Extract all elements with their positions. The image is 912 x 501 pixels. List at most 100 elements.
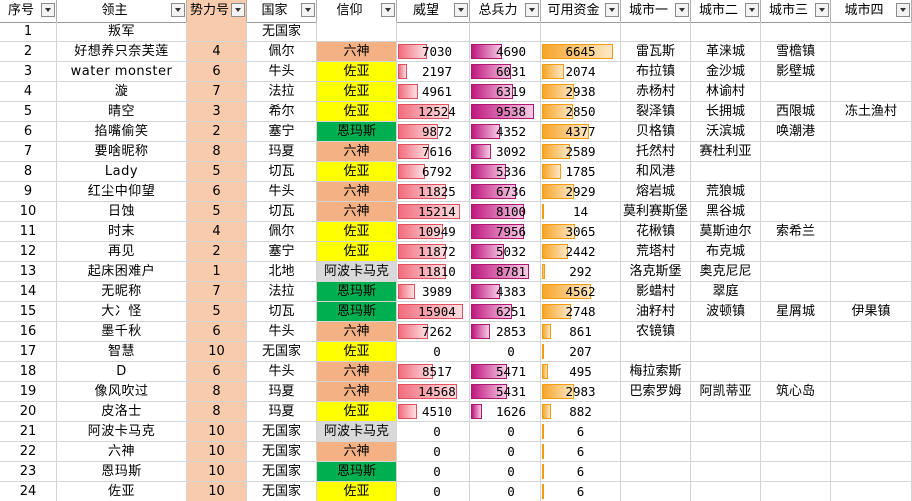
column-header-prestige[interactable]: 威望 [397, 0, 470, 22]
cell-troops[interactable]: 0 [470, 342, 541, 362]
cell-prestige[interactable]: 4961 [397, 82, 470, 102]
cell-prestige[interactable]: 0 [397, 482, 470, 501]
cell-power[interactable]: 5 [187, 162, 247, 182]
cell-city1[interactable] [621, 342, 691, 362]
cell-city4[interactable] [831, 222, 912, 242]
cell-city2[interactable]: 奥克尼尼 [691, 262, 761, 282]
cell-id[interactable]: 1 [0, 22, 57, 42]
column-header-troops[interactable]: 总兵力 [470, 0, 541, 22]
cell-id[interactable]: 11 [0, 222, 57, 242]
cell-city3[interactable] [761, 422, 831, 442]
cell-city4[interactable] [831, 22, 912, 42]
cell-city3[interactable] [761, 402, 831, 422]
cell-power[interactable]: 10 [187, 442, 247, 462]
cell-prestige[interactable]: 15214 [397, 202, 470, 222]
cell-troops[interactable] [470, 22, 541, 42]
cell-lord[interactable]: 起床困难户 [57, 262, 187, 282]
cell-faith[interactable]: 恩玛斯 [317, 462, 397, 482]
cell-city1[interactable] [621, 442, 691, 462]
cell-funds[interactable]: 2929 [541, 182, 621, 202]
cell-lord[interactable]: 晴空 [57, 102, 187, 122]
cell-troops[interactable]: 6251 [470, 302, 541, 322]
cell-prestige[interactable]: 7030 [397, 42, 470, 62]
cell-city2[interactable]: 阿凯蒂亚 [691, 382, 761, 402]
cell-city3[interactable] [761, 462, 831, 482]
cell-lord[interactable]: 六神 [57, 442, 187, 462]
cell-prestige[interactable]: 0 [397, 422, 470, 442]
cell-faith[interactable]: 佐亚 [317, 222, 397, 242]
cell-id[interactable]: 23 [0, 462, 57, 482]
cell-city1[interactable]: 花楸镇 [621, 222, 691, 242]
cell-city4[interactable] [831, 202, 912, 222]
cell-city4[interactable] [831, 482, 912, 501]
cell-city4[interactable] [831, 462, 912, 482]
cell-nation[interactable]: 牛头 [247, 322, 317, 342]
cell-power[interactable]: 2 [187, 242, 247, 262]
cell-city2[interactable] [691, 162, 761, 182]
cell-nation[interactable]: 无国家 [247, 422, 317, 442]
cell-prestige[interactable]: 2197 [397, 62, 470, 82]
cell-city1[interactable] [621, 402, 691, 422]
cell-id[interactable]: 5 [0, 102, 57, 122]
cell-prestige[interactable]: 11810 [397, 262, 470, 282]
cell-funds[interactable]: 2748 [541, 302, 621, 322]
cell-prestige[interactable]: 6792 [397, 162, 470, 182]
cell-id[interactable]: 6 [0, 122, 57, 142]
cell-city1[interactable]: 梅拉索斯 [621, 362, 691, 382]
cell-funds[interactable]: 3065 [541, 222, 621, 242]
cell-funds[interactable]: 2442 [541, 242, 621, 262]
cell-city2[interactable]: 荒狼城 [691, 182, 761, 202]
cell-city3[interactable]: 星屑城 [761, 302, 831, 322]
filter-dropdown-icon[interactable] [171, 3, 185, 17]
cell-nation[interactable]: 无国家 [247, 22, 317, 42]
cell-city2[interactable] [691, 482, 761, 501]
cell-lord[interactable]: 好想养只奈芙莲 [57, 42, 187, 62]
cell-funds[interactable]: 207 [541, 342, 621, 362]
cell-city4[interactable] [831, 242, 912, 262]
cell-id[interactable]: 24 [0, 482, 57, 501]
cell-id[interactable]: 17 [0, 342, 57, 362]
cell-power[interactable]: 6 [187, 322, 247, 342]
cell-id[interactable]: 3 [0, 62, 57, 82]
cell-troops[interactable]: 8781 [470, 262, 541, 282]
cell-nation[interactable]: 法拉 [247, 282, 317, 302]
cell-city3[interactable] [761, 82, 831, 102]
cell-prestige[interactable]: 7616 [397, 142, 470, 162]
cell-city1[interactable] [621, 482, 691, 501]
cell-city1[interactable]: 贝格镇 [621, 122, 691, 142]
cell-city3[interactable] [761, 182, 831, 202]
cell-city2[interactable] [691, 342, 761, 362]
cell-city3[interactable] [761, 322, 831, 342]
cell-lord[interactable]: 像风吹过 [57, 382, 187, 402]
cell-lord[interactable]: 墨千秋 [57, 322, 187, 342]
cell-power[interactable]: 10 [187, 462, 247, 482]
cell-city2[interactable]: 波顿镇 [691, 302, 761, 322]
cell-faith[interactable]: 恩玛斯 [317, 122, 397, 142]
cell-funds[interactable]: 2938 [541, 82, 621, 102]
cell-city1[interactable]: 巴索罗姆 [621, 382, 691, 402]
cell-faith[interactable]: 阿波卡马克 [317, 262, 397, 282]
cell-prestige[interactable] [397, 22, 470, 42]
column-header-power[interactable]: 势力号 [187, 0, 247, 22]
filter-dropdown-icon[interactable] [301, 3, 315, 17]
cell-city3[interactable] [761, 262, 831, 282]
cell-city2[interactable] [691, 442, 761, 462]
cell-city1[interactable]: 熔岩城 [621, 182, 691, 202]
cell-lord[interactable]: 皮洛士 [57, 402, 187, 422]
cell-funds[interactable]: 1785 [541, 162, 621, 182]
cell-power[interactable]: 6 [187, 362, 247, 382]
cell-faith[interactable]: 佐亚 [317, 102, 397, 122]
cell-city1[interactable]: 油籽村 [621, 302, 691, 322]
cell-city2[interactable]: 沃滨城 [691, 122, 761, 142]
column-header-faith[interactable]: 信仰 [317, 0, 397, 22]
cell-city2[interactable] [691, 362, 761, 382]
cell-nation[interactable]: 塞宁 [247, 122, 317, 142]
cell-nation[interactable]: 无国家 [247, 342, 317, 362]
column-header-nation[interactable]: 国家 [247, 0, 317, 22]
cell-city3[interactable] [761, 362, 831, 382]
cell-faith[interactable]: 六神 [317, 42, 397, 62]
cell-troops[interactable]: 0 [470, 462, 541, 482]
cell-lord[interactable]: D [57, 362, 187, 382]
cell-id[interactable]: 14 [0, 282, 57, 302]
cell-nation[interactable]: 法拉 [247, 82, 317, 102]
